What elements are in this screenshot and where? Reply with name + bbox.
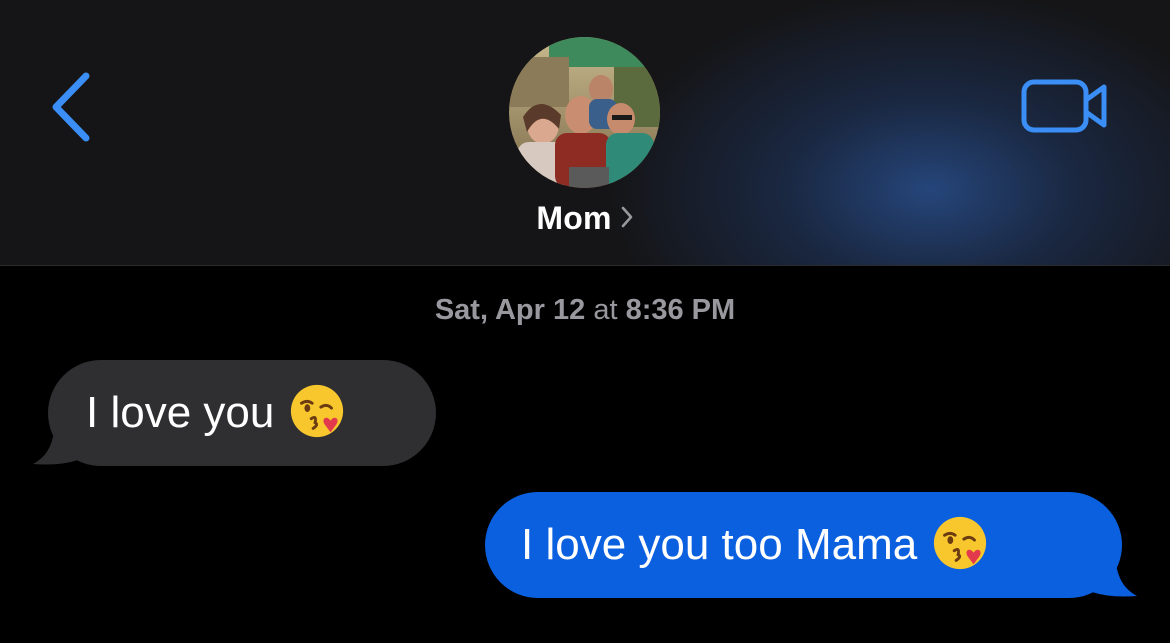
message-text: I love you too Mama (521, 520, 918, 569)
contact-avatar[interactable] (509, 37, 660, 188)
back-button[interactable] (40, 62, 110, 152)
chevron-left-icon (52, 72, 90, 142)
contact-name: Mom (536, 200, 612, 236)
kissing-heart-emoji-icon (291, 385, 344, 438)
outgoing-message-bubble[interactable]: I love you too Mama (485, 492, 1122, 598)
timestamp-at: at (593, 294, 618, 326)
video-camera-icon (1021, 79, 1107, 133)
message-text: I love you (86, 388, 275, 437)
facetime-video-button[interactable] (1016, 70, 1116, 140)
timestamp-time: 8:36 PM (625, 294, 736, 326)
conversation-header: Mom (0, 0, 1170, 266)
incoming-message-bubble[interactable]: I love you (48, 360, 436, 466)
messages-screen: Mom Sat, Apr 12 at 8:36 PM I love you I … (0, 0, 1170, 643)
contact-name-row[interactable]: Mom (0, 200, 1170, 237)
message-timestamp: Sat, Apr 12 at 8:36 PM (0, 294, 1170, 327)
kissing-heart-emoji-icon (934, 517, 987, 570)
timestamp-date: Sat, Apr 12 (434, 294, 586, 326)
chevron-right-icon (620, 205, 634, 234)
group-photo (509, 37, 660, 188)
